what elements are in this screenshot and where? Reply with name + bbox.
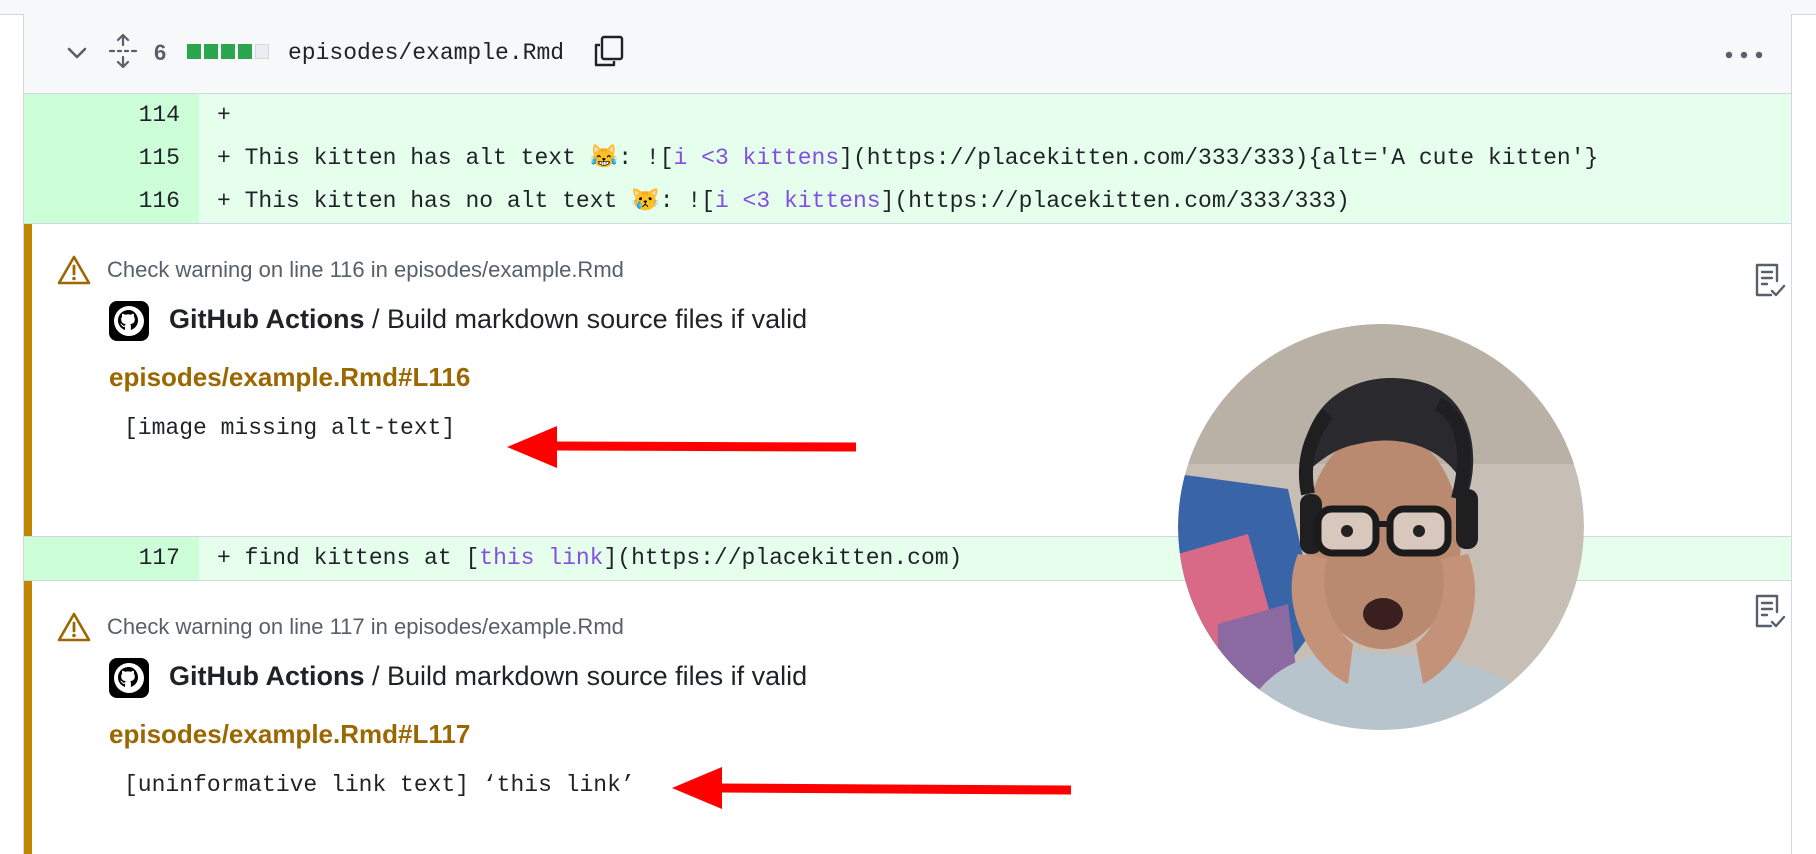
copy-icon[interactable]	[591, 34, 625, 68]
diff-line: 114 +	[24, 94, 1791, 137]
annotation-location-link[interactable]: episodes/example.Rmd#L117	[109, 719, 470, 750]
code-text: ](https://placekitten.com/333/333)	[880, 188, 1350, 214]
diff-line: 115 + This kitten has alt text 😹: ![i <3…	[24, 137, 1791, 180]
code-text: find kittens at [	[230, 545, 480, 571]
annotation-message: [uninformative link text] ‘this link’	[124, 772, 635, 798]
change-count: 6	[154, 40, 167, 65]
code-text: This kitten has no alt text 😿: ![	[230, 188, 715, 214]
app-name[interactable]: GitHub Actions	[169, 304, 365, 334]
red-arrow-annotation	[507, 426, 857, 468]
diff-prefix: +	[217, 102, 231, 128]
line-number[interactable]: 114	[24, 94, 199, 137]
annotation-location-link[interactable]: episodes/example.Rmd#L116	[109, 362, 470, 393]
file-header: 6 episodes/example.Rmd	[24, 14, 1791, 94]
presenter-webcam	[1178, 324, 1584, 730]
line-number[interactable]: 115	[24, 137, 199, 180]
link-text-token: i <3 kittens	[673, 145, 840, 171]
diff-line: 116 + This kitten has no alt text 😿: ![i…	[24, 180, 1791, 224]
link-text-token: i <3 kittens	[714, 188, 881, 214]
job-name: / Build markdown source files if valid	[364, 304, 808, 334]
github-logo-icon	[109, 658, 149, 698]
code-text: ](https://placekitten.com/333/333){alt='…	[839, 145, 1599, 171]
red-arrow-annotation	[672, 767, 1072, 809]
checklist-icon[interactable]	[1751, 591, 1787, 631]
diff-prefix: +	[217, 188, 231, 214]
annotation-title: Check warning on line 116 in episodes/ex…	[107, 257, 624, 282]
line-code: +	[217, 94, 231, 137]
line-code: + This kitten has alt text 😹: ![i <3 kit…	[217, 137, 1598, 180]
job-name: / Build markdown source files if valid	[364, 661, 808, 691]
top-divider	[0, 0, 1816, 15]
annotation-title: Check warning on line 117 in episodes/ex…	[107, 614, 624, 639]
line-number[interactable]: 117	[24, 537, 199, 580]
diffstat-added	[204, 44, 218, 59]
annotation-message: [image missing alt-text]	[124, 415, 456, 441]
file-name[interactable]: episodes/example.Rmd	[288, 40, 564, 66]
annotation-source: GitHub Actions / Build markdown source f…	[169, 661, 807, 692]
line-code: + find kittens at [this link](https://pl…	[217, 537, 962, 580]
chevron-down-icon[interactable]	[64, 40, 90, 66]
annotation-source: GitHub Actions / Build markdown source f…	[169, 304, 807, 335]
diff-prefix: +	[217, 545, 231, 571]
app-name[interactable]: GitHub Actions	[169, 661, 365, 691]
link-text-token: this link	[479, 545, 604, 571]
diffstat-added	[187, 44, 201, 59]
diffstat-bar	[187, 44, 269, 59]
alert-icon	[57, 255, 91, 285]
more-options-icon[interactable]	[1724, 50, 1764, 60]
checklist-icon[interactable]	[1751, 260, 1787, 300]
line-number[interactable]: 116	[24, 180, 199, 223]
line-code: + This kitten has no alt text 😿: ![i <3 …	[217, 180, 1350, 223]
diffstat-added	[238, 44, 252, 59]
expand-all-icon[interactable]	[108, 34, 138, 68]
code-text: This kitten has alt text 😹: ![	[230, 145, 674, 171]
alert-icon	[57, 612, 91, 642]
code-text: ](https://placekitten.com)	[603, 545, 963, 571]
diffstat-added	[221, 44, 235, 59]
github-logo-icon	[109, 301, 149, 341]
diff-prefix: +	[217, 145, 231, 171]
diffstat-neutral	[255, 44, 269, 59]
